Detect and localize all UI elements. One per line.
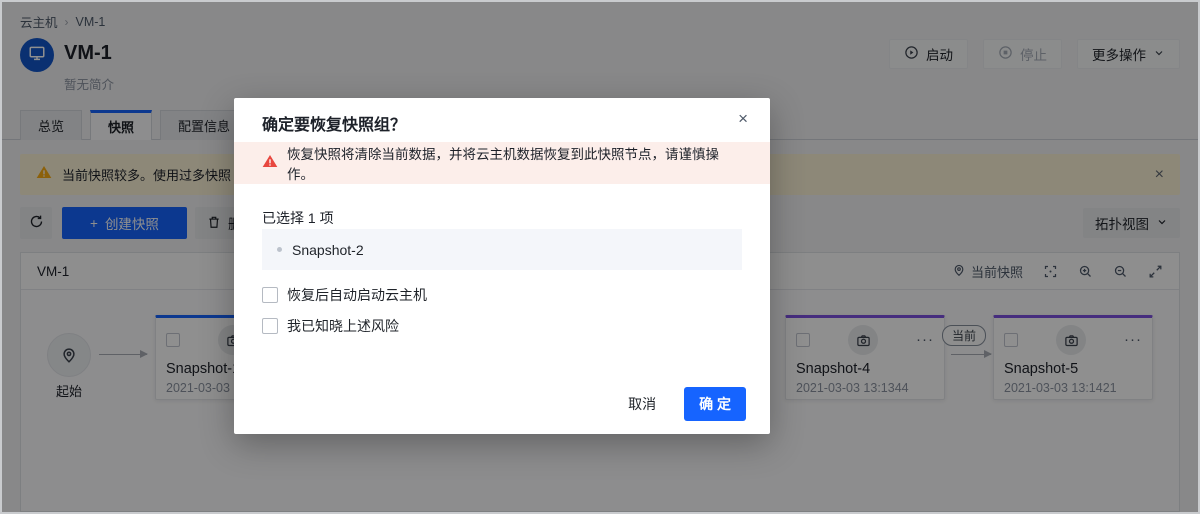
close-icon[interactable]: × (738, 110, 748, 127)
risk-ack-label: 我已知晓上述风险 (287, 316, 399, 336)
selected-item-row: Snapshot-2 (262, 229, 742, 270)
restore-snapshot-modal: 确定要恢复快照组？ × 恢复快照将清除当前数据，并将云主机数据恢复到此快照节点，… (234, 98, 770, 434)
selected-snapshot-name: Snapshot-2 (292, 242, 364, 258)
alert-triangle-icon (262, 153, 278, 174)
cancel-button[interactable]: 取消 (620, 388, 664, 420)
risk-ack-checkbox[interactable] (262, 318, 278, 334)
auto-start-checkbox[interactable] (262, 287, 278, 303)
modal-warning-alert: 恢复快照将清除当前数据，并将云主机数据恢复到此快照节点，请谨慎操作。 (234, 142, 770, 184)
confirm-button[interactable]: 确 定 (684, 387, 746, 421)
modal-footer: 取消 确 定 (620, 387, 746, 421)
auto-start-checkbox-row[interactable]: 恢复后自动启动云主机 (262, 285, 427, 305)
auto-start-label: 恢复后自动启动云主机 (287, 285, 427, 305)
risk-ack-checkbox-row[interactable]: 我已知晓上述风险 (262, 316, 399, 336)
modal-title: 确定要恢复快照组？ (262, 111, 406, 135)
bullet-icon (277, 247, 282, 252)
alert-text: 恢复快照将清除当前数据，并将云主机数据恢复到此快照节点，请谨慎操作。 (287, 143, 742, 183)
app-window: 云主机 › VM-1 VM-1 暂无简介 启动 停止 (0, 0, 1200, 514)
selected-count-label: 已选择 1 项 (262, 208, 334, 228)
